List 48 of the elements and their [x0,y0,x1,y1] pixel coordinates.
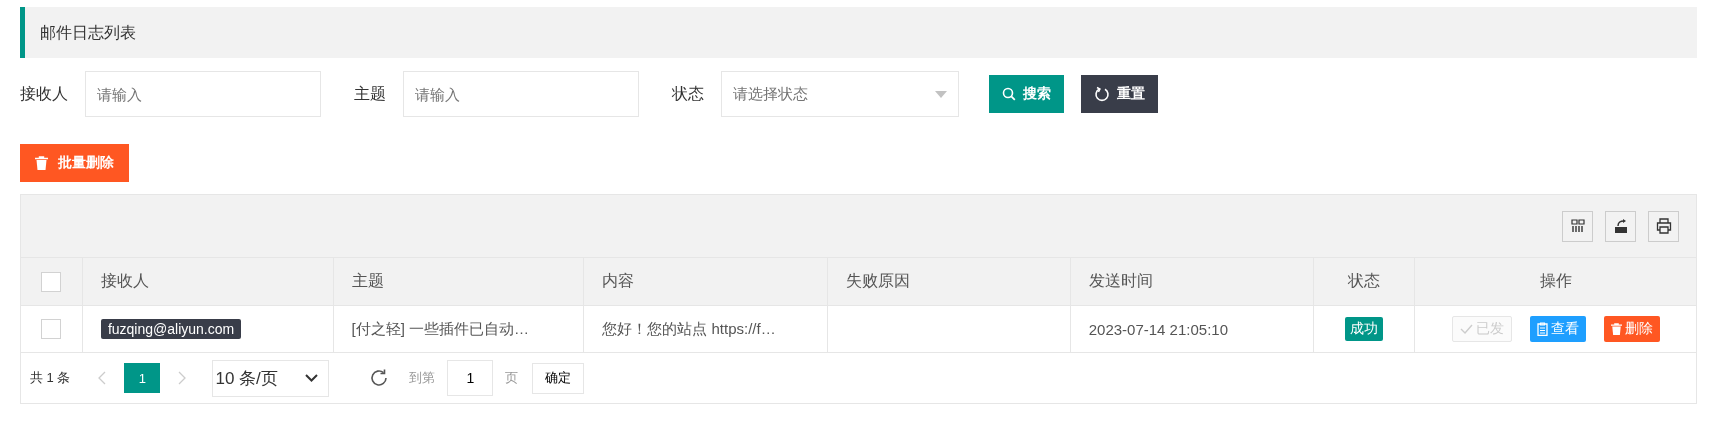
delete-button[interactable]: 删除 [1603,316,1660,342]
columns-button[interactable] [1562,210,1593,242]
filter-label: 接收人 [20,83,68,104]
column-header: 接收人 [82,258,334,305]
table-cell: [付之轻] 一些插件已自动… [333,306,585,352]
view-button[interactable]: 查看 [1529,316,1586,342]
batch-delete-button[interactable]: 批量删除 [20,144,129,182]
filter-label: 状态 [672,83,704,104]
printer-icon [1655,218,1672,234]
recipient-tag: fuzqing@aliyun.com [100,319,242,339]
column-header: 操作 [1538,271,1573,291]
search-button[interactable]: 搜索 [989,75,1064,113]
refresh-icon[interactable] [369,368,390,388]
page-unit: 页 [505,369,519,387]
confirm-button[interactable]: 确定 [532,362,585,394]
page-size-select[interactable]: 10 条/页 [212,359,330,397]
export-button[interactable] [1605,210,1636,242]
trash-icon [1610,323,1622,335]
table-cell: 您好！您的站点 https://f… [584,306,828,352]
print-button[interactable] [1648,210,1679,242]
goto-label: 到第 [409,369,436,387]
filter-label: 主题 [354,83,386,104]
search-icon [1002,87,1016,101]
export-icon [1612,218,1629,234]
trash-icon [35,156,48,170]
page-title: 邮件日志列表 [20,7,1697,58]
page-input[interactable]: 1 [447,360,494,396]
column-header: 发送时间 [1070,258,1315,305]
column-header: 内容 [584,258,828,305]
column-header: 失败原因 [828,258,1071,305]
check-icon [1459,324,1473,334]
select-field[interactable]: 请选择状态 [721,71,959,117]
status-badge: 成功 [1345,317,1384,341]
column-header: 状态 [1314,258,1416,305]
page-button[interactable]: 1 [124,363,161,393]
checkbox[interactable] [41,271,62,292]
table-cell: 2023-07-14 21:05:10 [1070,306,1315,352]
refresh-icon [1094,86,1110,102]
column-header: 主题 [333,258,585,305]
checkbox[interactable] [41,319,62,339]
reset-button[interactable]: 重置 [1081,75,1158,113]
input-field[interactable]: 请输入 [403,71,639,117]
input-field[interactable]: 请输入 [85,71,321,117]
clipboard-icon [1536,322,1548,336]
total-count: 共 1 条 [30,369,71,387]
columns-icon [1570,219,1585,233]
chevron-down-icon [305,374,319,382]
caret-icon [935,90,947,98]
